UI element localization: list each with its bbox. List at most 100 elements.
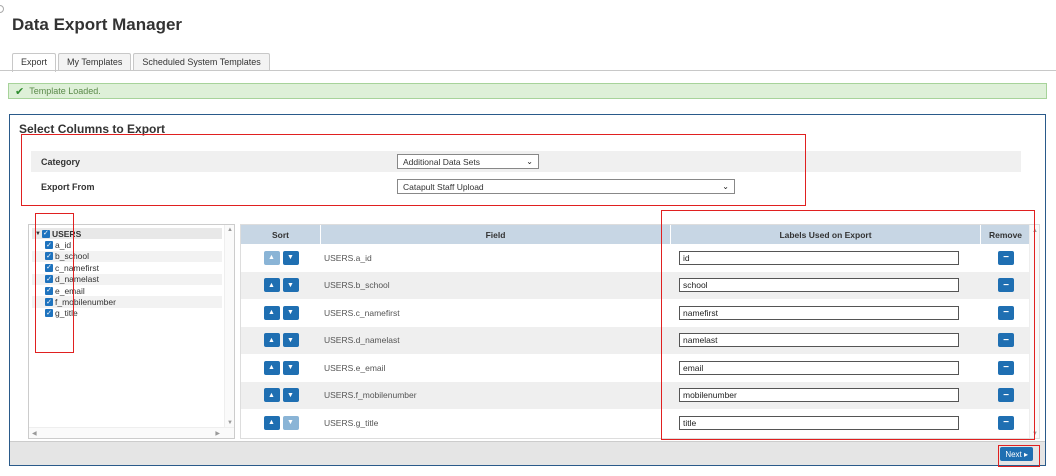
move-up-button[interactable]: ▲ — [263, 360, 280, 375]
tree-item-label: g_title — [55, 308, 78, 319]
remove-button[interactable]: − — [998, 250, 1014, 265]
table-row: ▲ ▼ USERS.d_namelast − — [241, 326, 1031, 354]
sort-cell: ▲ ▼ — [241, 388, 321, 403]
move-up-button[interactable]: ▲ — [263, 333, 280, 348]
tree-item-label: d_namelast — [55, 274, 99, 285]
table-row: ▲ ▼ USERS.c_namefirst − — [241, 299, 1031, 327]
move-down-button[interactable]: ▼ — [282, 250, 299, 265]
export-label-input[interactable] — [679, 250, 959, 265]
checkbox-checked-icon[interactable]: ✓ — [41, 229, 50, 238]
sort-cell: ▲ ▼ — [241, 250, 321, 265]
move-down-button[interactable]: ▼ — [282, 305, 299, 320]
tree-item[interactable]: ✓ e_email — [32, 285, 222, 296]
remove-button[interactable]: − — [998, 360, 1014, 375]
table-row: ▲ ▼ USERS.b_school − — [241, 271, 1031, 299]
move-down-button[interactable]: ▼ — [282, 388, 299, 403]
move-down-button[interactable]: ▼ — [282, 360, 299, 375]
checkbox-checked-icon[interactable]: ✓ — [45, 286, 53, 295]
move-down-button[interactable]: ▼ — [282, 333, 299, 348]
move-up-button[interactable]: ▲ — [263, 250, 280, 265]
remove-cell: − — [981, 415, 1031, 430]
column-tree: ▼ ✓ USERS ✓ a_id ✓ b_school ✓ c_namefirs… — [28, 224, 235, 439]
scroll-down-icon[interactable]: ▼ — [227, 420, 233, 426]
tab-my-templates[interactable]: My Templates — [58, 53, 132, 71]
export-label-input[interactable] — [679, 333, 959, 348]
scroll-up-icon[interactable]: ▲ — [227, 227, 233, 233]
move-up-button[interactable]: ▲ — [263, 415, 280, 430]
tab-scheduled-system-templates[interactable]: Scheduled System Templates — [133, 53, 270, 71]
next-button[interactable]: Next ▸ — [1000, 447, 1033, 461]
label-cell — [671, 250, 981, 265]
grid-vertical-scrollbar[interactable]: ▲ ▼ — [1029, 225, 1039, 438]
panel-footer: Next ▸ — [10, 441, 1045, 465]
export-from-select-value: Catapult Staff Upload — [403, 181, 484, 192]
tree-vertical-scrollbar[interactable]: ▲ ▼ — [224, 225, 234, 428]
tree-list: ▼ ✓ USERS ✓ a_id ✓ b_school ✓ c_namefirs… — [32, 228, 222, 319]
scroll-right-icon[interactable]: ▶ — [215, 430, 220, 437]
remove-button[interactable]: − — [998, 278, 1014, 293]
category-label: Category — [41, 156, 81, 167]
sort-header: Sort — [241, 225, 321, 244]
table-row: ▲ ▼ USERS.e_email − — [241, 354, 1031, 382]
tree-item[interactable]: ✓ c_namefirst — [32, 262, 222, 273]
label-cell — [671, 333, 981, 348]
remove-button[interactable]: − — [998, 415, 1014, 430]
tree-item[interactable]: ✓ g_title — [32, 308, 222, 319]
remove-cell: − — [981, 305, 1031, 320]
remove-header: Remove — [981, 225, 1031, 244]
move-down-button[interactable]: ▼ — [282, 415, 299, 430]
check-icon: ✔ — [15, 85, 25, 98]
category-select[interactable]: Additional Data Sets ⌄ — [397, 154, 539, 169]
remove-button[interactable]: − — [998, 388, 1014, 403]
tree-item-users[interactable]: ▼ ✓ USERS — [32, 228, 222, 240]
label-cell — [671, 278, 981, 293]
label-cell — [671, 415, 981, 430]
export-label-input[interactable] — [679, 388, 959, 403]
checkbox-checked-icon[interactable]: ✓ — [45, 309, 53, 318]
checkbox-checked-icon[interactable]: ✓ — [45, 275, 53, 284]
tree-item[interactable]: ✓ a_id — [32, 239, 222, 250]
field-name: USERS.d_namelast — [324, 335, 400, 346]
remove-button[interactable]: − — [998, 305, 1014, 320]
checkbox-checked-icon[interactable]: ✓ — [45, 298, 53, 307]
tree-item[interactable]: ✓ d_namelast — [32, 273, 222, 285]
checkbox-checked-icon[interactable]: ✓ — [45, 263, 53, 272]
remove-cell: − — [981, 360, 1031, 375]
chevron-down-icon: ⌄ — [526, 157, 533, 166]
move-up-button[interactable]: ▲ — [263, 388, 280, 403]
export-label-input[interactable] — [679, 278, 959, 293]
tree-item-label: c_namefirst — [55, 262, 99, 273]
move-up-button[interactable]: ▲ — [263, 278, 280, 293]
remove-cell: − — [981, 333, 1031, 348]
field-name: USERS.g_title — [324, 417, 379, 428]
scroll-left-icon[interactable]: ◀ — [32, 430, 37, 437]
export-from-select[interactable]: Catapult Staff Upload ⌄ — [397, 179, 735, 194]
tree-item[interactable]: ✓ f_mobilenumber — [32, 296, 222, 308]
category-select-value: Additional Data Sets — [403, 156, 481, 167]
label-cell — [671, 360, 981, 375]
export-label-input[interactable] — [679, 360, 959, 375]
tree-root-label: USERS — [51, 228, 82, 239]
scroll-up-icon[interactable]: ▲ — [1032, 228, 1038, 234]
checkbox-checked-icon[interactable]: ✓ — [45, 241, 53, 250]
template-loaded-alert: ✔ Template Loaded. — [8, 83, 1047, 99]
label-cell — [671, 305, 981, 320]
tree-horizontal-scrollbar[interactable]: ◀ ▶ — [29, 427, 234, 438]
export-label-input[interactable] — [679, 305, 959, 320]
field-name: USERS.a_id — [324, 252, 372, 263]
tree-item-label: b_school — [55, 251, 90, 262]
window-corner-icon — [0, 5, 4, 13]
tree-item[interactable]: ✓ b_school — [32, 250, 222, 263]
export-label-input[interactable] — [679, 415, 959, 430]
move-down-button[interactable]: ▼ — [282, 278, 299, 293]
remove-button[interactable]: − — [998, 333, 1014, 348]
move-up-button[interactable]: ▲ — [263, 305, 280, 320]
checkbox-checked-icon[interactable]: ✓ — [45, 252, 53, 261]
sort-cell: ▲ ▼ — [241, 305, 321, 320]
scroll-down-icon[interactable]: ▼ — [1032, 431, 1038, 437]
export-from-row: Export From Catapult Staff Upload ⌄ — [31, 176, 1021, 197]
sort-cell: ▲ ▼ — [241, 278, 321, 293]
label-header: Labels Used on Export — [671, 225, 981, 244]
sort-cell: ▲ ▼ — [241, 360, 321, 375]
label-cell — [671, 388, 981, 403]
